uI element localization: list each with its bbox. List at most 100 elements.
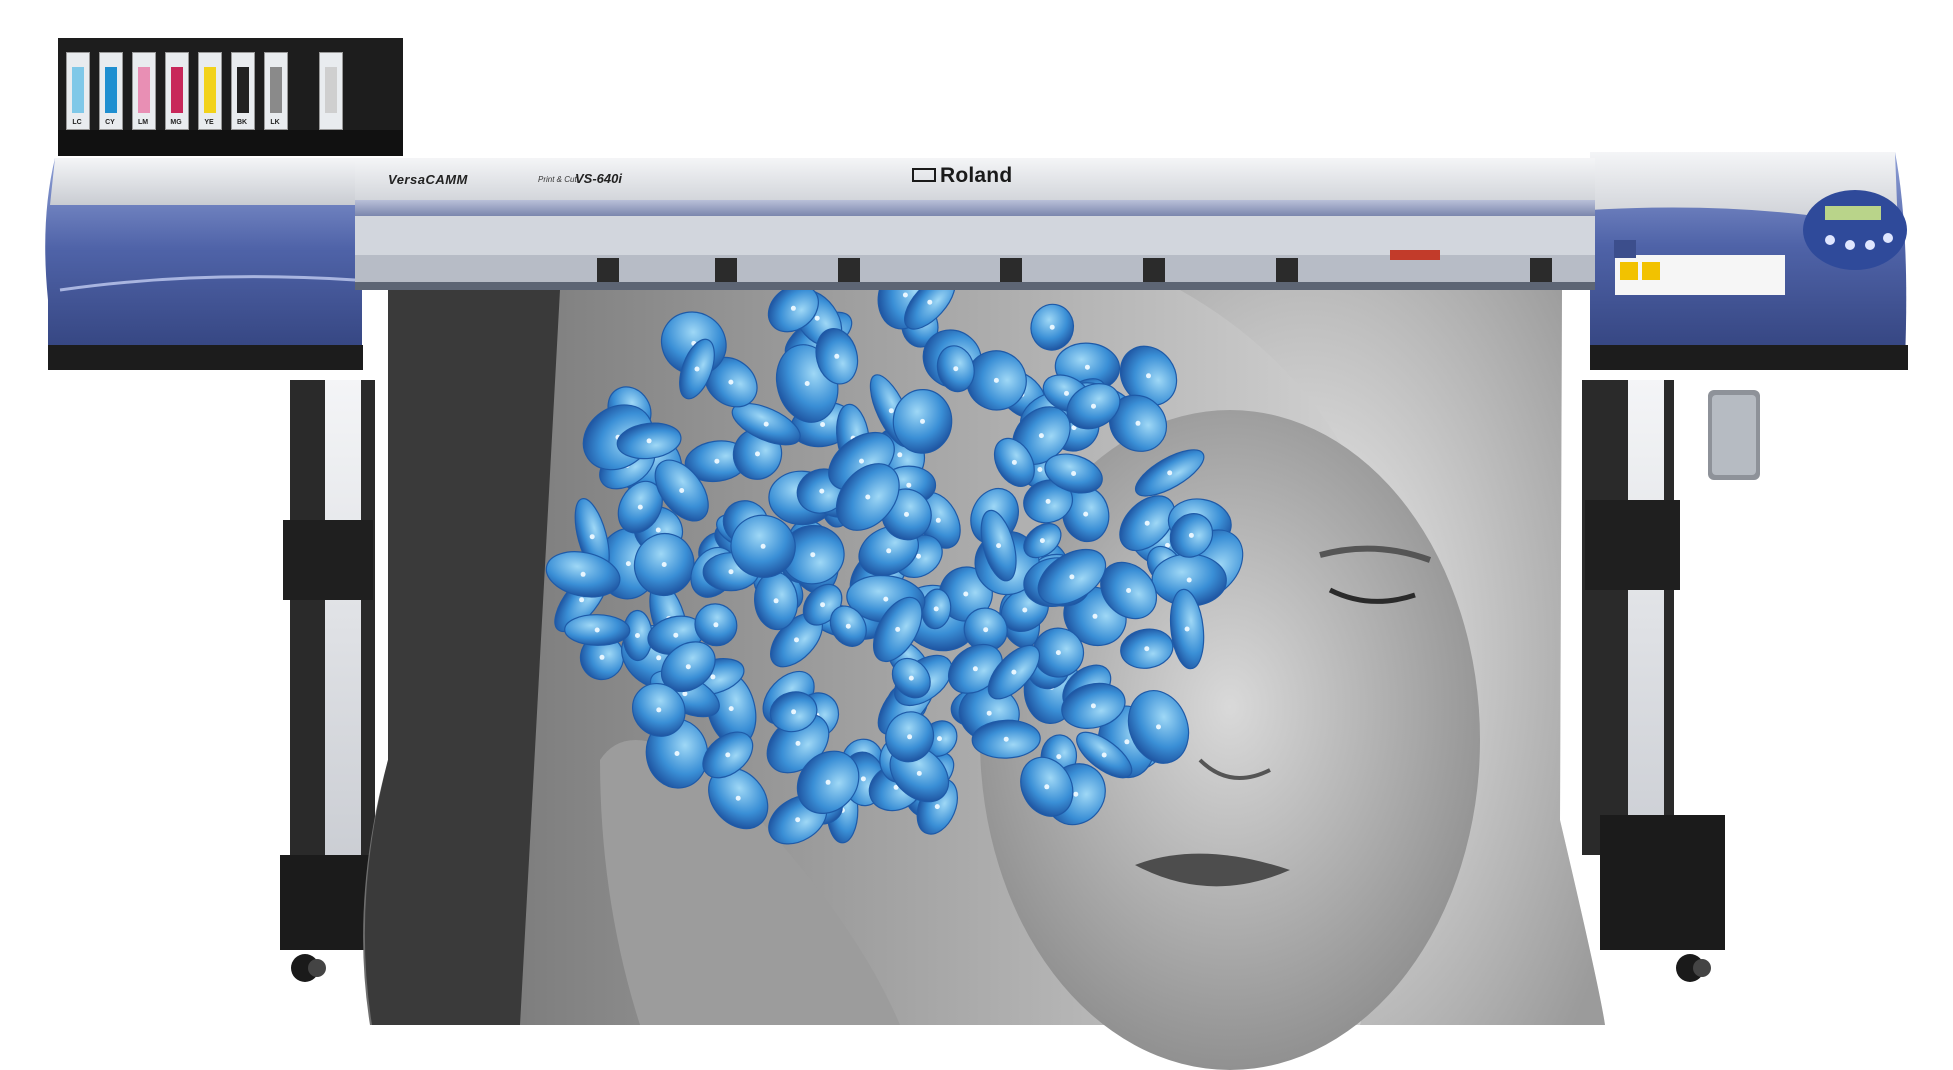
hydrangea-floret-center (1071, 471, 1077, 476)
ink-cartridge-label: LK (270, 119, 280, 126)
hydrangea-floret-center (728, 569, 734, 575)
hydrangea-floret-center (725, 752, 731, 758)
hydrangea-floret-center (728, 706, 734, 712)
hydrangea-floret-center (1045, 498, 1051, 504)
hydrangea-floret-center (655, 527, 661, 533)
hydrangea-floret-center (795, 817, 801, 823)
hydrangea-floret-center (1146, 373, 1151, 379)
hydrangea-floret-center (916, 770, 922, 776)
hydrangea-floret-center (983, 627, 989, 633)
hydrangea-floret-center (886, 548, 892, 554)
hydrangea-floret-center (679, 488, 685, 493)
hydrangea-floret-center (865, 494, 871, 500)
brand-name: Roland (940, 164, 1013, 187)
hydrangea-floret-center (1084, 364, 1090, 370)
hydrangea-floret-center (674, 751, 680, 756)
hydrangea-floret-center (710, 674, 716, 680)
ink-cartridge-label: MG (170, 119, 182, 126)
hydrangea-floret-center (825, 779, 831, 785)
hydrangea-floret-center (935, 517, 941, 523)
hydrangea-floret-center (1135, 420, 1141, 426)
hydrangea-floret-center (685, 664, 691, 670)
hydrangea-floret-center (906, 482, 912, 488)
hydrangea-floret-center (895, 626, 901, 632)
ink-cartridge (319, 52, 343, 130)
hydrangea-floret-center (728, 379, 734, 385)
hydrangea-floret-center (656, 655, 662, 661)
hydrangea-floret-center (907, 734, 913, 740)
hydrangea-floret-center (902, 292, 908, 298)
hydrangea-floret-center (580, 571, 586, 577)
hydrangea-floret-center (859, 458, 864, 464)
hydrangea-floret-center (694, 366, 700, 372)
hydrangea-floret-center (673, 632, 679, 638)
ink-cartridge-label: LC (72, 119, 82, 126)
hydrangea-floret-center (1039, 538, 1045, 544)
hydrangea-floret-center (1186, 577, 1192, 583)
ink-color-band (105, 67, 117, 113)
hydrangea-floret-center (1126, 588, 1132, 593)
hydrangea-floret-center (589, 534, 595, 540)
left-side-unit (45, 158, 363, 370)
hydrangea-floret-center (1055, 650, 1061, 656)
ink-color-band (237, 67, 249, 113)
hydrangea-floret-center (1156, 724, 1161, 730)
printer-product-photo: LC CY LM MG YE BK LK VersaCAMM Print & Cut VS-… (0, 0, 1953, 1070)
hydrangea-floret-center (904, 511, 909, 517)
hydrangea-floret-center (635, 633, 640, 638)
hydrangea-floret-center (897, 452, 903, 458)
hydrangea-floret-center (920, 418, 925, 424)
hydrangea-floret-center (790, 305, 796, 311)
hydrangea-floret-center (972, 666, 978, 672)
hydrangea-floret-center (819, 488, 825, 494)
hydrangea-floret-center (1056, 754, 1062, 760)
hydrangea-floret-center (1188, 532, 1194, 538)
stand-left (280, 380, 376, 982)
ink-color-band (270, 67, 282, 113)
ink-cartridge-label: CY (105, 119, 115, 126)
hydrangea-floret-center (845, 623, 851, 629)
hydrangea-floret-center (661, 562, 667, 567)
hydrangea-floret-center (791, 709, 797, 715)
hydrangea-floret-center (1184, 626, 1190, 632)
hydrangea-floret-center (834, 353, 840, 359)
hydrangea-floret-center (714, 458, 720, 464)
hydrangea-floret-center (755, 451, 760, 457)
lcd-display (1825, 206, 1881, 220)
hydrangea-floret-center (1022, 607, 1028, 613)
hydrangea-floret-center (713, 622, 719, 628)
hydrangea-floret-center (1144, 646, 1150, 652)
hydrangea-floret-center (1049, 324, 1055, 330)
hydrangea-floret-center (637, 504, 643, 510)
series-subtitle: Print & Cut (538, 175, 577, 184)
hydrangea-floret-center (927, 299, 933, 305)
hydrangea-floret-center (1073, 791, 1079, 797)
series-name: VersaCAMM (388, 172, 468, 187)
hydrangea-floret-center (594, 627, 600, 633)
hydrangea-floret-center (735, 795, 741, 801)
control-panel (1803, 190, 1907, 270)
ink-color-band (171, 67, 183, 113)
hydrangea-floret-center (820, 422, 826, 427)
ink-color-band (138, 67, 150, 113)
ink-color-band (325, 67, 337, 113)
hydrangea-floret-center (773, 598, 779, 604)
hydrangea-floret-center (934, 804, 940, 810)
ink-cartridge-label: BK (236, 119, 248, 126)
hydrangea-floret-center (1011, 669, 1017, 675)
hydrangea-floret-center (810, 552, 816, 558)
hydrangea-floret-center (993, 377, 999, 383)
hydrangea-floret-center (760, 543, 766, 549)
hydrangea-floret-center (1167, 470, 1173, 476)
hydrangea-floret-center (820, 602, 826, 608)
hydrangea-floret-center (1101, 752, 1107, 758)
hydrangea-floret-center (1064, 390, 1069, 396)
hydrangea-floret-center (656, 707, 662, 713)
model-number: VS-640i (575, 171, 622, 186)
hydrangea-floret-center (953, 366, 959, 372)
stand-right (1582, 380, 1760, 982)
ink-color-band (72, 67, 84, 113)
hydrangea-floret-center (888, 408, 894, 414)
hydrangea-floret-center (1038, 433, 1044, 439)
hydrangea-floret-center (1090, 703, 1096, 709)
